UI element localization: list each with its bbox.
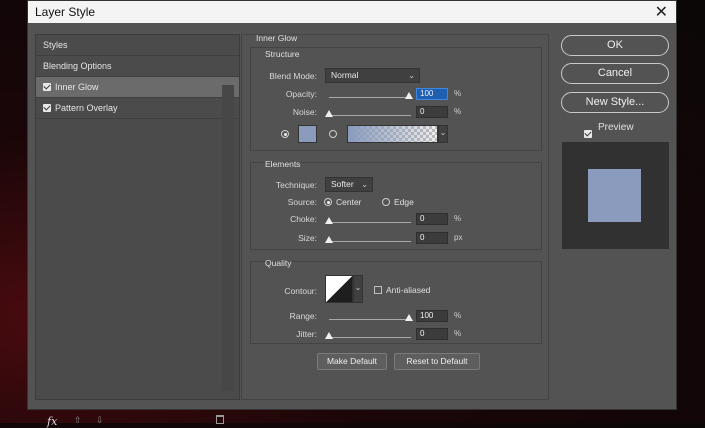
source-edge-radio[interactable] [382, 198, 390, 206]
fx-icon[interactable]: fx [47, 415, 57, 428]
technique-value: Softer [331, 179, 354, 189]
blend-mode-label: Blend Mode: [269, 71, 317, 81]
blend-mode-value: Normal [331, 70, 359, 80]
preview-swatch [588, 169, 641, 222]
layer-style-dialog: Layer Style ✕ Styles Blending Options In… [27, 0, 677, 428]
size-slider-track[interactable] [329, 241, 411, 242]
styles-scrollbar[interactable] [222, 85, 234, 391]
range-slider-thumb[interactable] [405, 314, 413, 321]
move-down-icon[interactable]: ⇩ [96, 415, 104, 426]
source-label: Source: [287, 197, 317, 207]
noise-label: Noise: [292, 107, 317, 117]
jitter-label: Jitter: [296, 329, 317, 339]
chevron-down-icon: ⌄ [361, 180, 368, 189]
size-slider-thumb[interactable] [325, 236, 333, 243]
chevron-down-icon: ⌄ [408, 71, 415, 80]
size-label: Size: [298, 233, 317, 243]
preview-checkbox[interactable] [584, 130, 592, 138]
noise-unit: % [454, 107, 462, 116]
chevron-down-icon[interactable]: ⌄ [353, 275, 363, 303]
choke-unit: % [454, 214, 462, 223]
jitter-slider-track[interactable] [329, 337, 411, 338]
sidebar-item-label: Blending Options [43, 61, 112, 71]
size-unit: px [454, 233, 463, 242]
choke-slider-thumb[interactable] [325, 217, 333, 224]
styles-list-panel: Styles Blending Options Inner Glow Patte… [35, 34, 240, 428]
solid-color-radio[interactable] [281, 130, 289, 138]
contour-label: Contour: [284, 286, 317, 296]
elements-heading: Elements [265, 159, 301, 169]
choke-input[interactable]: 0 [416, 213, 448, 225]
anti-aliased-label: Anti-aliased [386, 285, 431, 295]
choke-label: Choke: [290, 214, 317, 224]
size-input[interactable]: 0 [416, 232, 448, 244]
preview-label: Preview [598, 122, 634, 133]
sidebar-item-blending-options[interactable]: Blending Options [36, 56, 239, 77]
reset-to-default-button[interactable]: Reset to Default [394, 353, 480, 370]
opacity-label: Opacity: [285, 89, 317, 99]
inner-glow-heading: Inner Glow [256, 33, 298, 43]
jitter-unit: % [454, 329, 462, 338]
technique-label: Technique: [275, 180, 317, 190]
sidebar-item-label: Pattern Overlay [55, 103, 118, 113]
range-input[interactable]: 100 [416, 310, 448, 322]
structure-heading: Structure [265, 49, 300, 59]
noise-slider-track[interactable] [329, 115, 411, 116]
choke-slider-track[interactable] [329, 222, 411, 223]
close-icon[interactable]: ✕ [655, 2, 668, 22]
inner-glow-panel: Inner Glow Structure Blend Mode: Normal … [241, 33, 549, 400]
make-default-button[interactable]: Make Default [317, 353, 387, 370]
gradient-picker[interactable] [347, 125, 438, 143]
chevron-down-icon[interactable]: ⌄ [438, 125, 448, 143]
opacity-input[interactable]: 100 [416, 88, 448, 100]
sidebar-item-inner-glow[interactable]: Inner Glow [36, 77, 239, 98]
sidebar-item-styles[interactable]: Styles [36, 35, 239, 56]
opacity-slider-track[interactable] [329, 97, 411, 98]
pattern-overlay-checkbox[interactable] [43, 104, 51, 112]
source-center-label: Center [336, 197, 362, 207]
range-unit: % [454, 311, 462, 320]
noise-slider-thumb[interactable] [325, 110, 333, 117]
technique-dropdown[interactable]: Softer ⌄ [325, 177, 373, 192]
opacity-slider-thumb[interactable] [405, 92, 413, 99]
glow-color-swatch[interactable] [298, 125, 317, 143]
opacity-unit: % [454, 89, 462, 98]
blend-mode-dropdown[interactable]: Normal ⌄ [325, 68, 420, 83]
sidebar-item-label: Styles [43, 40, 68, 50]
cancel-button[interactable]: Cancel [561, 63, 669, 84]
quality-group: Quality Contour: ⌄ Anti-aliased Range: 1… [250, 258, 542, 344]
contour-preview[interactable] [325, 275, 353, 303]
jitter-slider-thumb[interactable] [325, 332, 333, 339]
title-bar: Layer Style ✕ [28, 1, 676, 23]
range-label: Range: [289, 311, 317, 321]
elements-group: Elements Technique: Softer ⌄ Source: Cen… [250, 159, 542, 250]
move-up-icon[interactable]: ⇧ [74, 415, 82, 426]
dialog-title: Layer Style [35, 5, 96, 19]
sidebar-item-label: Inner Glow [55, 82, 99, 92]
source-edge-label: Edge [394, 197, 414, 207]
sidebar-item-pattern-overlay[interactable]: Pattern Overlay [36, 98, 239, 119]
quality-heading: Quality [265, 258, 292, 268]
structure-group: Structure Blend Mode: Normal ⌄ Opacity: … [250, 47, 542, 151]
new-style-button[interactable]: New Style... [561, 92, 669, 113]
gradient-radio[interactable] [329, 130, 337, 138]
noise-input[interactable]: 0 [416, 106, 448, 118]
ok-button[interactable]: OK [561, 35, 669, 56]
inner-glow-checkbox[interactable] [43, 83, 51, 91]
source-center-radio[interactable] [324, 198, 332, 206]
jitter-input[interactable]: 0 [416, 328, 448, 340]
range-slider-track[interactable] [329, 319, 411, 320]
anti-aliased-checkbox[interactable] [374, 286, 382, 294]
preview-box [562, 142, 669, 249]
